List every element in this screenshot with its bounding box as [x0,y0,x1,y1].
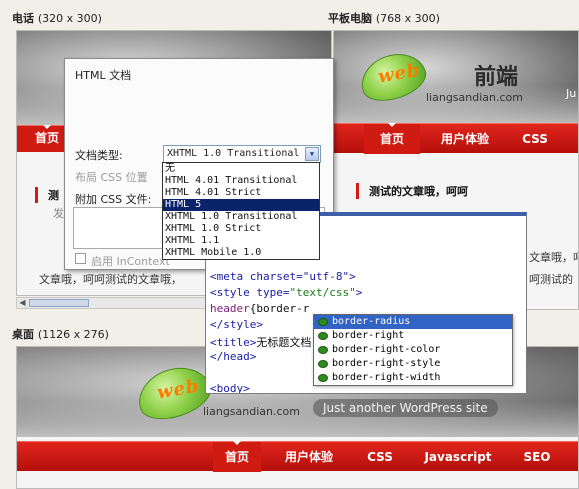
phone-nav-home-label: 首页 [34,131,59,145]
attach-css-label: 附加 CSS 文件: [75,193,152,206]
css-property-icon [318,318,328,326]
css-property-icon [318,360,328,368]
code-token: <body> [210,382,250,394]
code-token: <meta charset="utf-8"> [210,270,356,283]
tablet-logo-domain: liangsandian.com [426,91,523,104]
code-line: <meta charset="utf-8"> [210,270,356,283]
desktop-nav-ux[interactable]: 用户体验 [273,442,345,472]
doctype-option[interactable]: 无 [163,163,319,175]
phone-pane-size: (320 x 300) [37,12,102,25]
phone-post-title-text: 测 [48,189,59,202]
desktop-nav-ux-label: 用户体验 [284,450,333,464]
autocomplete-item-selected[interactable]: border-radius [314,315,512,329]
code-token: > [355,286,363,299]
doctype-dropdown-list[interactable]: 无 HTML 4.01 Transitional HTML 4.01 Stric… [162,162,320,260]
code-line: <style type="text/css"> [210,286,362,299]
dialog-title: HTML 文档 [75,69,132,82]
desktop-nav-css[interactable]: CSS [357,442,403,472]
tablet-pane-name: 平板电脑 [328,12,372,25]
doctype-option[interactable]: XHTML Mobile 1.0 [163,247,319,259]
code-token: "text/css" [289,286,356,299]
enable-incontext-checkbox[interactable] [75,253,86,264]
autocomplete-item-label: border-right-style [332,358,441,369]
autocomplete-item-label: border-right-width [332,372,441,383]
desktop-pane-label: 桌面 (1126 x 276) [12,326,109,342]
code-token: <title> [210,336,257,349]
autocomplete-item-label: border-right-color [332,344,441,355]
desktop-nav-seo-label: SEO [523,450,551,464]
css-autocomplete-popup[interactable]: border-radius border-right border-right-… [313,314,513,386]
doctype-option[interactable]: XHTML 1.1 [163,235,319,247]
tablet-pane-label: 平板电脑 (768 x 300) [328,10,440,26]
autocomplete-item[interactable]: border-right-style [314,357,512,371]
tablet-nav-ux-label: 用户体验 [440,132,489,146]
doctype-option[interactable]: HTML 4.01 Transitional [163,175,319,187]
autocomplete-item[interactable]: border-right-width [314,371,512,385]
tablet-pane-size: (768 x 300) [375,12,440,25]
desktop-nav-js[interactable]: Javascript [413,442,503,472]
doctype-select-value: XHTML 1.0 Transitional [167,148,300,159]
tablet-tagline-partial: Ju [566,87,577,100]
doctype-option[interactable]: XHTML 1.0 Transitional [163,211,319,223]
desktop-pane-size: (1126 x 276) [37,328,109,341]
tablet-nav-home-label: 首页 [379,132,404,146]
code-line: <body> [210,382,250,394]
code-line: </head> [210,350,256,363]
tablet-banner: web 前端 liangsandian.com Ju [334,31,578,123]
desktop-nav-home[interactable]: 首页 [213,441,261,472]
tablet-nav-home[interactable]: 首页 [364,123,420,154]
desktop-nav-home-label: 首页 [224,450,249,464]
code-token: <style type= [210,286,290,299]
tablet-body-line-2: 呵测试的 [529,273,573,286]
doctype-option-selected[interactable]: HTML 5 [163,199,319,211]
code-token: </style> [210,318,263,331]
phone-post-title[interactable]: 测 [35,187,59,203]
tablet-body-line-1: 文章哦，呵呵 [529,251,578,264]
tablet-post-title-text: 测试的文章哦，呵呵 [369,185,468,198]
code-token: 无标题文档 [256,336,312,349]
autocomplete-item[interactable]: border-right [314,329,512,343]
chevron-down-icon[interactable]: ▼ [305,147,319,161]
layout-css-label: 布局 CSS 位置 [75,171,148,184]
desktop-logo-domain: liangsandian.com [203,405,300,418]
doctype-option[interactable]: XHTML 1.0 Strict [163,223,319,235]
css-property-icon [318,346,328,354]
autocomplete-item[interactable]: border-right-color [314,343,512,357]
code-token: </head> [210,350,257,363]
desktop-nav-css-label: CSS [367,450,393,464]
doctype-label: 文档类型: [75,149,123,162]
code-line-active: header{border-r [210,302,309,315]
desktop-tagline: Just another WordPress site [313,399,498,417]
scroll-left-icon[interactable]: ◀ [17,298,28,308]
tablet-logo-cn: 前端 [474,64,519,90]
doctype-select[interactable]: XHTML 1.0 Transitional ▼ [163,145,321,163]
desktop-nav-js-label: Javascript [424,450,492,464]
code-line: <title>无标题文档 [210,334,311,350]
phone-pane-label: 电话 (320 x 300) [12,10,102,26]
tablet-nav-ux[interactable]: 用户体验 [430,124,500,154]
css-property-icon [318,374,328,382]
code-token: {border-r [249,302,310,315]
tablet-nav-css-label: CSS [522,132,548,146]
autocomplete-item-label: border-radius [332,316,411,327]
enable-incontext-label: 启用 InContext [91,255,170,268]
tablet-nav-css[interactable]: CSS [510,124,560,154]
doctype-option[interactable]: HTML 4.01 Strict [163,187,319,199]
desktop-pane-name: 桌面 [12,328,34,341]
css-property-icon [318,332,328,340]
tablet-navbar: 首页 用户体验 CSS [334,123,578,154]
desktop-nav-seo[interactable]: SEO [511,442,563,472]
desktop-navbar: 首页 用户体验 CSS Javascript SEO [17,441,578,472]
code-token: header [210,302,250,315]
phone-body-line: 文章哦，呵呵测试的文章哦， [39,273,182,286]
autocomplete-item-label: border-right [332,330,405,341]
phone-post-meta: 发 [53,207,64,220]
phone-pane-name: 电话 [12,12,34,25]
code-line: </style> [210,318,263,331]
tablet-post-title[interactable]: 测试的文章哦，呵呵 [356,183,468,199]
phone-hscroll-thumb[interactable] [29,299,89,307]
